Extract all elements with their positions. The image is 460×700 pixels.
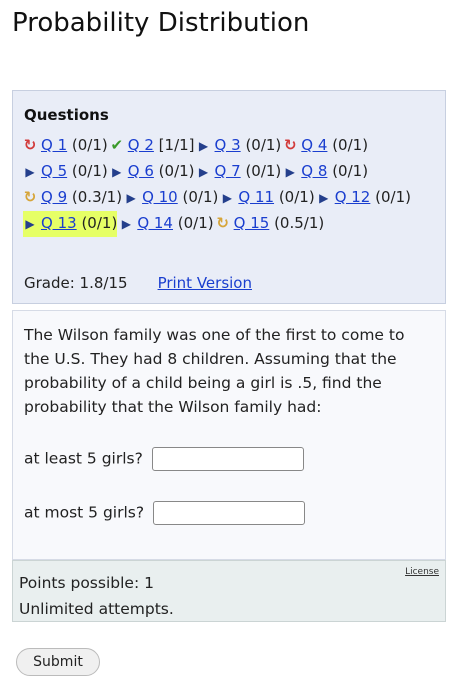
check-icon: ✔ (110, 136, 124, 154)
question-link[interactable]: Q 11 (238, 188, 274, 206)
play-icon: ▶ (198, 165, 209, 179)
question-score: (0/1) (278, 188, 315, 206)
question-item: ▶ Q 11 (0/1) (220, 185, 315, 211)
play-icon: ▶ (25, 217, 35, 231)
questions-panel: Questions ↻ Q 1 (0/1) ✔ Q 2 [1/1] ▶ Q 3 (0/1)… (12, 90, 446, 304)
question-link[interactable]: Q 6 (128, 162, 154, 180)
question-link[interactable]: Q 10 (142, 188, 178, 206)
license-link[interactable]: License (405, 567, 439, 577)
question-link[interactable]: Q 2 (128, 136, 154, 154)
question-list: ↻ Q 1 (0/1) ✔ Q 2 [1/1] ▶ Q 3 (0/1) ↻ Q 4 (0/1)… (23, 133, 443, 237)
question-item: ▶ Q 13 (0/1) (23, 211, 118, 237)
play-icon: ▶ (25, 165, 35, 179)
question-score: (0/1) (245, 136, 282, 154)
question-item: ✔ Q 2 [1/1] (110, 133, 195, 158)
question-score: (0/1) (71, 162, 108, 180)
question-link[interactable]: Q 5 (41, 162, 67, 180)
question-score: (0/1) (81, 214, 118, 232)
play-icon: ▶ (126, 191, 136, 205)
question-link[interactable]: Q 9 (41, 188, 67, 206)
questions-heading: Questions (24, 106, 109, 124)
question-item: ▶ Q 7 (0/1) (197, 159, 282, 185)
play-icon: ▶ (319, 191, 329, 205)
question-panel: The Wilson family was one of the first t… (12, 310, 446, 560)
page-title: Probability Distribution (12, 8, 310, 38)
redo-icon: ↻ (284, 136, 297, 154)
question-link[interactable]: Q 13 (41, 214, 77, 232)
part-at-least: at least 5 girls? (24, 447, 304, 471)
question-item: ▶ Q 12 (0/1) (317, 185, 411, 211)
question-score: [1/1] (158, 136, 195, 154)
question-item: ▶ Q 14 (0/1) (119, 211, 214, 237)
question-score: (0/1) (158, 162, 195, 180)
question-link[interactable]: Q 14 (137, 214, 173, 232)
question-score: (0/1) (182, 188, 219, 206)
question-link[interactable]: Q 8 (301, 162, 327, 180)
question-link[interactable]: Q 3 (215, 136, 241, 154)
question-link[interactable]: Q 1 (41, 136, 67, 154)
question-item: ↻ Q 15 (0.5/1) (216, 211, 325, 236)
question-score: (0/1) (245, 162, 282, 180)
part-label: at most 5 girls? (24, 503, 145, 522)
question-item: ↻ Q 9 (0.3/1) (23, 185, 122, 210)
question-text: The Wilson family was one of the first t… (24, 326, 405, 416)
question-score: (0/1) (375, 188, 411, 206)
play-icon: ▶ (198, 139, 209, 153)
question-item: ↻ Q 4 (0/1) (283, 133, 368, 158)
answer-input-at-most[interactable] (153, 501, 306, 525)
play-icon: ▶ (285, 165, 295, 179)
play-icon: ▶ (112, 165, 122, 179)
points-possible: Points possible: 1 (19, 574, 154, 592)
question-score: (0/1) (332, 136, 369, 154)
grade-text: Grade: 1.8/15 (24, 274, 128, 292)
question-item: ▶ Q 3 (0/1) (197, 133, 282, 159)
question-score: (0/1) (332, 162, 369, 180)
question-score: (0.5/1) (274, 214, 325, 232)
part-at-most: at most 5 girls? (24, 501, 306, 525)
question-link[interactable]: Q 4 (301, 136, 327, 154)
play-icon: ▶ (121, 217, 131, 231)
question-score: (0/1) (177, 214, 214, 232)
print-version-link[interactable]: Print Version (158, 274, 252, 292)
play-icon: ▶ (222, 191, 232, 205)
question-item: ▶ Q 6 (0/1) (110, 159, 195, 185)
question-item: ▶ Q 5 (0/1) (23, 159, 108, 185)
question-score: (0.3/1) (71, 188, 123, 206)
answer-input-at-least[interactable] (151, 447, 304, 471)
question-link[interactable]: Q 12 (335, 188, 371, 206)
partial-redo-icon: ↻ (216, 214, 229, 232)
points-info: Points possible: 1 Unlimited attempts. (19, 570, 174, 622)
question-score: (0/1) (71, 136, 108, 154)
question-item: ▶ Q 8 (0/1) (283, 159, 368, 185)
question-link[interactable]: Q 15 (234, 214, 270, 232)
grade-row: Grade: 1.8/15 Print Version (24, 274, 252, 292)
question-footer: Points possible: 1 Unlimited attempts. L… (12, 560, 446, 622)
partial-redo-icon: ↻ (23, 188, 37, 206)
question-link[interactable]: Q 7 (215, 162, 241, 180)
question-item: ↻ Q 1 (0/1) (23, 133, 108, 158)
redo-icon: ↻ (23, 136, 37, 154)
part-label: at least 5 girls? (24, 449, 143, 468)
question-item: ▶ Q 10 (0/1) (124, 185, 218, 211)
attempts-info: Unlimited attempts. (19, 600, 174, 618)
submit-button[interactable]: Submit (16, 648, 100, 676)
